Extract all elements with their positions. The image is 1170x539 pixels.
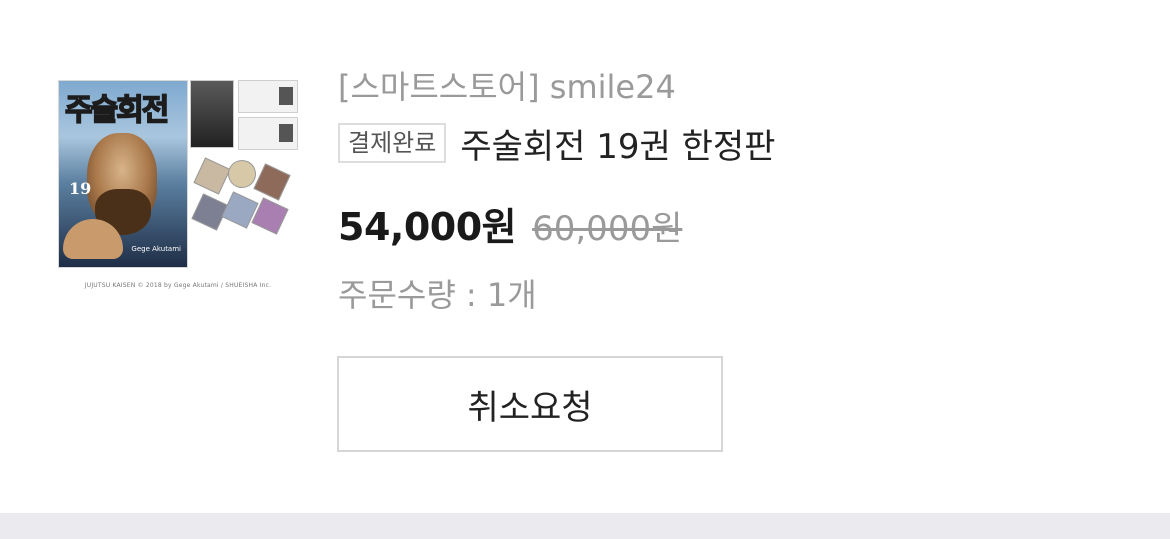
bonus-cards [190,80,298,150]
original-price: 60,000원 [532,209,683,249]
price-row: 54,000원 60,000원 [338,196,682,251]
sale-price: 54,000원 [338,205,517,249]
product-thumbnail[interactable]: 주술회전 19 Gege Akutami JUJUTSU KAISEN © 20… [56,78,300,298]
cover-title: 주술회전 [64,92,170,129]
cover-volume-number: 19 [69,179,92,198]
character-photo-card [190,80,234,148]
id-card-stack [238,80,298,150]
id-card [238,80,298,113]
bundle-extras-image [190,80,298,266]
book-cover-image: 주술회전 19 Gege Akutami [58,80,188,268]
goods-item [193,157,231,195]
order-item-card: 주술회전 19 Gege Akutami JUJUTSU KAISEN © 20… [0,0,1170,513]
cancel-request-button[interactable]: 취소요청 [337,356,723,452]
goods-item [253,163,291,201]
title-row: 결제완료 주술회전 19권 한정판 [338,117,775,169]
order-quantity: 주문수량 : 1개 [338,276,537,314]
copyright-caption: JUJUTSU KAISEN © 2018 by Gege Akutami / … [84,282,272,289]
bonus-goods [191,155,294,254]
product-title[interactable]: 주술회전 19권 한정판 [460,119,775,168]
section-divider [0,513,1170,539]
payment-status-badge: 결제완료 [338,123,447,163]
cover-author: Gege Akutami [131,245,181,253]
id-card [238,117,298,150]
seller-name[interactable]: [스마트스토어] smile24 [338,62,676,108]
